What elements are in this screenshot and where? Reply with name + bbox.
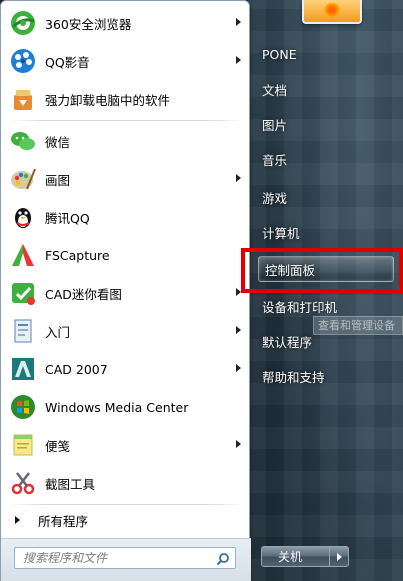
program-sticky-notes[interactable]: 便笺 <box>4 427 247 463</box>
search-icon[interactable] <box>216 551 230 570</box>
help-support-link[interactable]: 帮助和支持 <box>262 362 325 390</box>
program-label: 画图 <box>45 172 71 188</box>
tooltip: 查看和管理设备 <box>313 316 403 335</box>
shutdown-button[interactable]: 关机 <box>262 547 330 566</box>
play-arrow-icon <box>15 516 20 524</box>
media-center-icon <box>8 392 38 422</box>
search-area <box>1 538 251 581</box>
default-programs-link[interactable]: 默认程序 <box>262 327 312 355</box>
program-qq[interactable]: 腾讯QQ <box>4 199 247 235</box>
wechat-icon <box>8 126 38 156</box>
submenu-arrow-icon <box>236 18 241 26</box>
submenu-arrow-icon <box>236 326 241 334</box>
program-label: 360安全浏览器 <box>45 16 132 32</box>
submenu-arrow-icon <box>236 56 241 64</box>
program-fscapture[interactable]: FSCapture <box>4 237 247 273</box>
shutdown-button-group: 关机 <box>261 546 349 567</box>
program-label: QQ影音 <box>45 54 90 70</box>
highlight-box <box>241 248 403 293</box>
search-box[interactable] <box>14 547 236 569</box>
program-qq-player[interactable]: QQ影音 <box>4 43 247 79</box>
music-link[interactable]: 音乐 <box>262 145 287 173</box>
program-label: Windows Media Center <box>45 399 189 415</box>
program-getting-started[interactable]: 入门 <box>4 313 247 349</box>
program-label: 强力卸载电脑中的软件 <box>45 92 171 108</box>
submenu-arrow-icon <box>236 440 241 448</box>
fscapture-icon <box>8 240 38 270</box>
snipping-tool-icon <box>8 468 38 498</box>
computer-link[interactable]: 计算机 <box>262 218 300 246</box>
qq-penguin-icon <box>8 202 38 232</box>
getting-started-icon <box>8 316 38 346</box>
program-label: 腾讯QQ <box>45 210 90 226</box>
user-picture[interactable] <box>302 0 362 24</box>
shutdown-options-arrow-icon[interactable] <box>330 547 348 566</box>
program-label: CAD 2007 <box>45 361 108 377</box>
program-wechat[interactable]: 微信 <box>4 123 247 159</box>
games-link[interactable]: 游戏 <box>262 183 287 211</box>
program-label: 微信 <box>45 134 71 150</box>
program-media-center[interactable]: Windows Media Center <box>4 389 247 425</box>
uninstaller-icon <box>8 84 38 114</box>
all-programs-label: 所有程序 <box>38 513 89 529</box>
program-label: CAD迷你看图 <box>45 286 122 302</box>
program-paint[interactable]: 画图 <box>4 161 247 197</box>
separator <box>9 120 245 121</box>
program-label: 截图工具 <box>45 476 96 492</box>
submenu-arrow-icon <box>236 174 241 182</box>
program-label: 入门 <box>45 324 71 340</box>
sticky-notes-icon <box>8 430 38 460</box>
program-autocad[interactable]: CAD 2007 <box>4 351 247 387</box>
pictures-link[interactable]: 图片 <box>262 110 287 138</box>
programs-pane: 360安全浏览器 QQ影音 强力卸载电脑中的软件 微信 画图 腾讯QQ FSCa… <box>0 0 251 581</box>
submenu-arrow-icon <box>236 364 241 372</box>
all-programs-button[interactable]: 所有程序 <box>4 507 247 533</box>
separator <box>9 504 245 505</box>
program-uninstaller[interactable]: 强力卸载电脑中的软件 <box>4 81 247 117</box>
qq-player-icon <box>8 46 38 76</box>
program-snipping-tool[interactable]: 截图工具 <box>4 465 247 501</box>
program-360-browser[interactable]: 360安全浏览器 <box>4 5 247 41</box>
360-browser-icon <box>8 8 38 38</box>
program-cad-viewer[interactable]: CAD迷你看图 <box>4 275 247 311</box>
autocad-icon <box>8 354 38 384</box>
cad-viewer-icon <box>8 278 38 308</box>
documents-link[interactable]: 文档 <box>262 75 287 103</box>
paint-icon <box>8 164 38 194</box>
program-label: FSCapture <box>45 247 110 263</box>
user-name-link[interactable]: PONE <box>262 40 297 68</box>
program-label: 便笺 <box>45 438 71 454</box>
search-input[interactable] <box>15 551 205 565</box>
